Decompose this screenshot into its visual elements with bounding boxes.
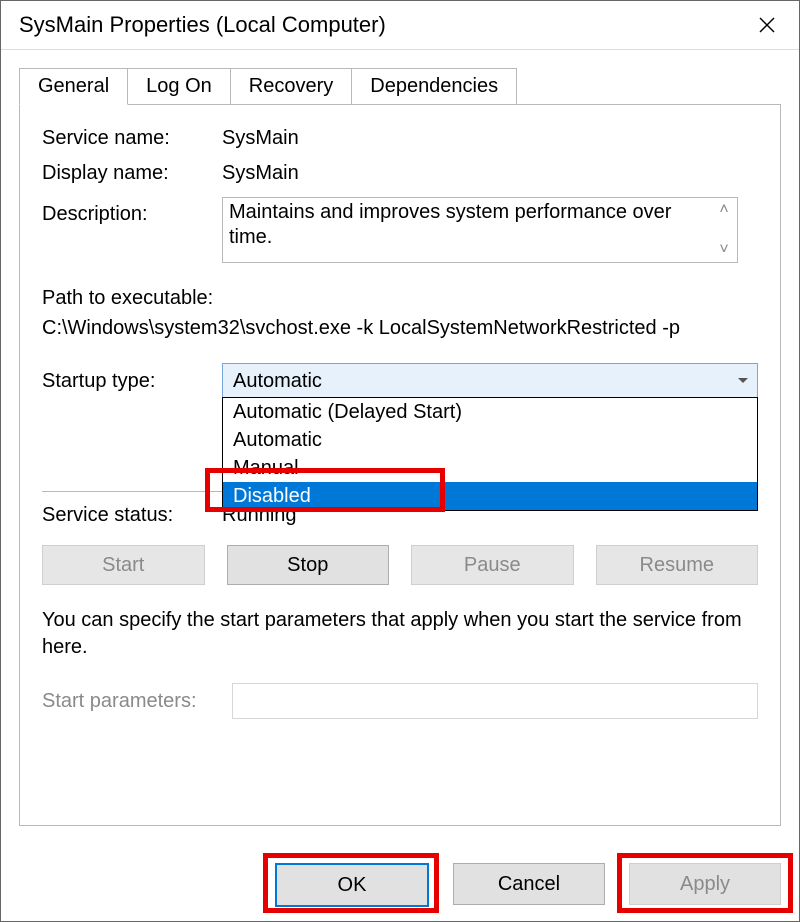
description-label: Description: [42, 197, 222, 226]
path-value: C:\Windows\system32\svchost.exe -k Local… [42, 313, 758, 343]
startup-option-delayed[interactable]: Automatic (Delayed Start) [223, 398, 757, 426]
startup-type-value: Automatic [233, 370, 729, 393]
service-name-label: Service name: [42, 127, 222, 150]
path-label: Path to executable: [42, 283, 758, 313]
startup-type-combobox[interactable]: Automatic [222, 363, 758, 399]
tab-strip: General Log On Recovery Dependencies [19, 68, 781, 105]
scroll-down-icon[interactable]: ˅ [719, 242, 728, 258]
service-name-value: SysMain [222, 127, 758, 150]
cancel-button[interactable]: Cancel [453, 863, 605, 905]
startup-option-automatic[interactable]: Automatic [223, 426, 757, 454]
resume-button: Resume [596, 545, 759, 585]
tab-logon[interactable]: Log On [127, 68, 231, 105]
description-box[interactable]: Maintains and improves system performanc… [222, 197, 738, 263]
window-title: SysMain Properties (Local Computer) [19, 12, 747, 38]
tab-recovery[interactable]: Recovery [230, 68, 352, 105]
pause-button: Pause [411, 545, 574, 585]
startup-option-disabled[interactable]: Disabled [223, 482, 757, 510]
stop-button[interactable]: Stop [227, 545, 390, 585]
tab-dependencies[interactable]: Dependencies [351, 68, 517, 105]
start-params-help: You can specify the start parameters tha… [42, 607, 758, 661]
description-text: Maintains and improves system performanc… [229, 200, 731, 250]
apply-button: Apply [629, 863, 781, 905]
chevron-down-icon [729, 364, 757, 398]
properties-dialog: SysMain Properties (Local Computer) Gene… [0, 0, 800, 922]
scroll-up-icon[interactable]: ˄ [719, 202, 728, 218]
service-status-label: Service status: [42, 504, 222, 527]
start-params-input [232, 683, 758, 719]
dialog-button-row: OK Cancel Apply [275, 863, 781, 907]
close-button[interactable] [747, 5, 787, 45]
start-button: Start [42, 545, 205, 585]
description-scrollbar[interactable]: ˄ ˅ [711, 198, 737, 262]
display-name-value: SysMain [222, 162, 758, 185]
display-name-label: Display name: [42, 162, 222, 185]
tab-panel-general: Service name: SysMain Display name: SysM… [19, 104, 781, 826]
close-icon [759, 17, 775, 33]
title-bar: SysMain Properties (Local Computer) [1, 1, 799, 50]
startup-option-manual[interactable]: Manual [223, 454, 757, 482]
tab-general[interactable]: General [19, 68, 128, 105]
ok-button[interactable]: OK [275, 863, 429, 907]
startup-type-dropdown[interactable]: Automatic (Delayed Start) Automatic Manu… [222, 397, 758, 511]
startup-type-label: Startup type: [42, 370, 222, 393]
start-params-label: Start parameters: [42, 690, 232, 713]
